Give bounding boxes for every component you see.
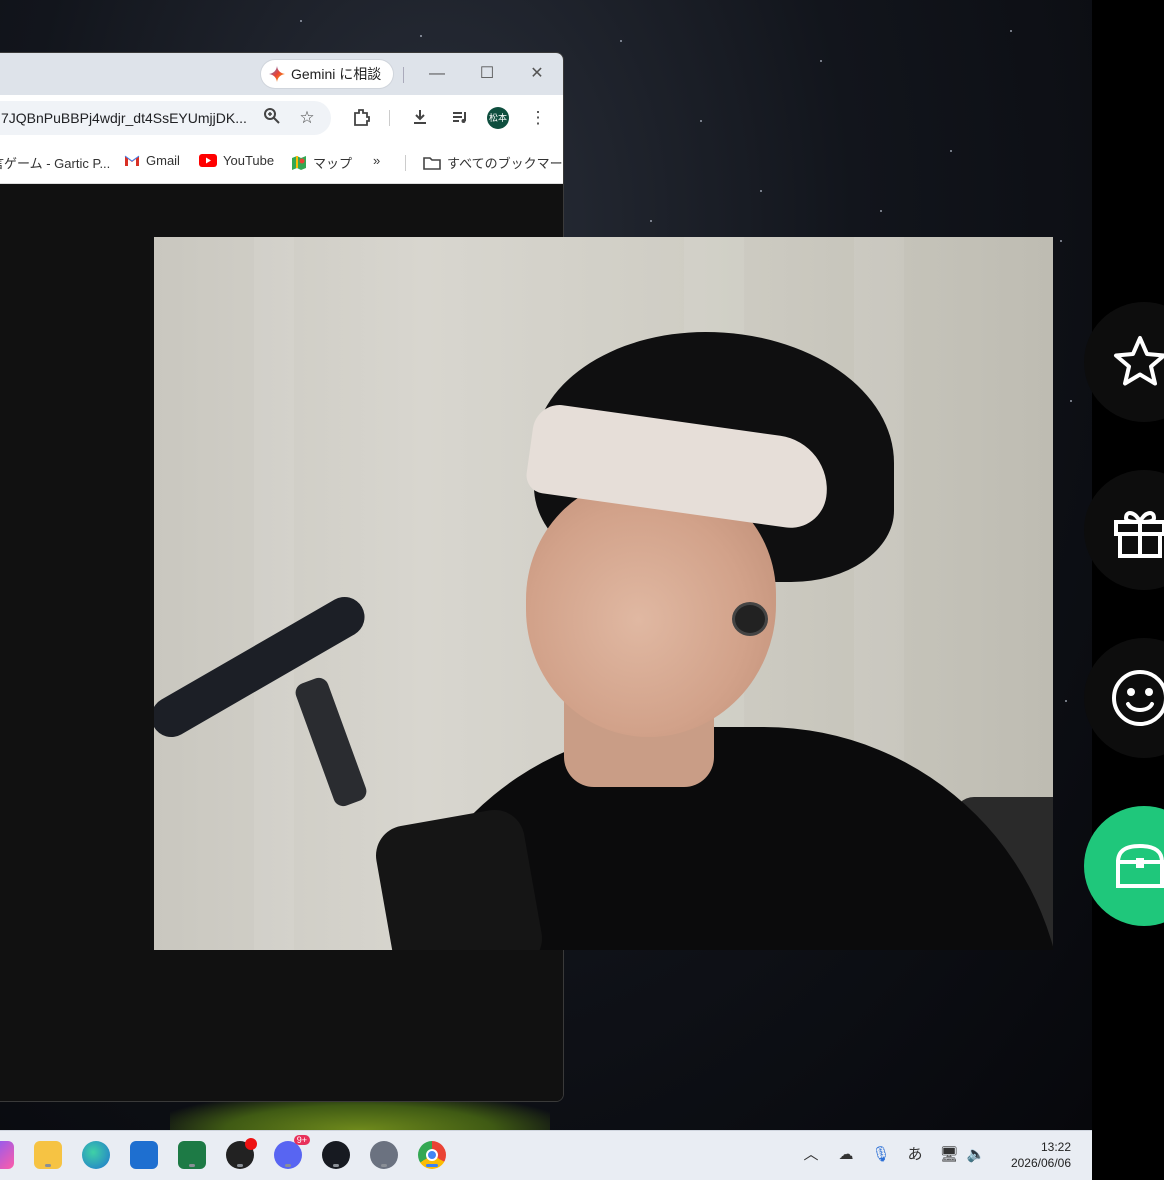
steam-icon[interactable] — [322, 1141, 350, 1169]
chrome-toolbar: 7JQBnPuBBPj4wdjr_dt4SsEYUmjjDK... ☆ 松本 ⋮ — [0, 95, 563, 139]
maximize-icon[interactable]: ☐ — [475, 63, 499, 85]
bookmark-maps[interactable]: マップ — [291, 153, 352, 172]
gmail-icon — [124, 155, 140, 166]
smiley-icon — [1112, 670, 1164, 726]
network-icon[interactable]: 🖥 — [939, 1145, 959, 1165]
bookmark-label: 言ゲーム - Gartic P... — [0, 156, 111, 171]
gemini-sparkle-icon — [269, 66, 285, 82]
overflow-chevron-icon: » — [373, 153, 381, 168]
bookmark-star-icon[interactable]: ☆ — [296, 107, 318, 129]
minimize-icon[interactable]: — — [425, 63, 449, 85]
file-explorer-icon[interactable] — [34, 1141, 62, 1169]
address-bar[interactable]: 7JQBnPuBBPj4wdjr_dt4SsEYUmjjDK... ☆ — [0, 101, 331, 135]
toolbar-divider — [389, 110, 390, 126]
bookmark-label: Gmail — [146, 153, 180, 168]
volume-icon[interactable]: 🔈 — [966, 1145, 986, 1165]
all-bookmarks-button[interactable]: すべてのブックマーク — [423, 153, 564, 172]
discord-badge: 9+ — [293, 1135, 310, 1145]
maps-icon — [292, 155, 306, 170]
onedrive-cloud-icon[interactable]: ☁ — [836, 1145, 856, 1165]
microphone — [292, 675, 370, 809]
gemini-label: Gemini に相談 — [291, 66, 382, 82]
download-icon[interactable] — [409, 107, 431, 129]
titlebar-divider — [403, 67, 404, 83]
bookmarks-divider — [405, 155, 406, 171]
treasure-chest-icon — [1115, 843, 1164, 888]
webcam-feed — [154, 237, 1053, 950]
extensions-icon[interactable] — [351, 107, 373, 129]
chrome-icon[interactable] — [418, 1141, 446, 1169]
clock-time: 13:22 — [1040, 1140, 1071, 1154]
gemini-button[interactable]: Gemini に相談 — [261, 60, 394, 88]
star-icon — [1114, 336, 1164, 386]
gift-button[interactable] — [1084, 470, 1164, 590]
bookmark-gmail[interactable]: Gmail — [124, 153, 180, 168]
settings-icon[interactable] — [370, 1141, 398, 1169]
media-playlist-icon[interactable] — [449, 107, 471, 129]
bookmark-youtube[interactable]: YouTube — [199, 153, 274, 168]
url-text[interactable]: 7JQBnPuBBPj4wdjr_dt4SsEYUmjjDK... — [0, 110, 251, 126]
earbud — [732, 602, 768, 636]
copilot-icon[interactable] — [0, 1141, 14, 1169]
bookmark-label: マップ — [313, 156, 353, 171]
treasure-button[interactable] — [1084, 806, 1164, 926]
obs-icon[interactable] — [226, 1138, 257, 1169]
profile-avatar[interactable]: 松本 — [487, 107, 509, 129]
folder-icon — [423, 156, 441, 170]
gift-icon — [1114, 511, 1164, 558]
edge-icon[interactable] — [82, 1141, 110, 1169]
favorite-button[interactable] — [1084, 302, 1164, 422]
microphone-icon[interactable]: 🎙 — [871, 1145, 891, 1165]
chrome-titlebar[interactable]: Gemini に相談 — ☐ ✕ — [0, 53, 563, 95]
excel-icon[interactable] — [178, 1141, 206, 1169]
windows-taskbar: 9+ ︿ ☁ 🎙 あ 🖥 🔈 13:22 2026/06/06 — [0, 1130, 1092, 1180]
bookmark-label: YouTube — [223, 153, 275, 168]
close-icon[interactable]: ✕ — [525, 63, 549, 85]
tray-overflow-chevron-icon[interactable]: ︿ — [801, 1145, 821, 1165]
bookmarks-bar: 言ゲーム - Gartic P... Gmail YouTube マップ » す… — [0, 139, 563, 184]
system-clock[interactable]: 13:22 2026/06/06 — [1011, 1139, 1071, 1171]
youtube-icon — [199, 154, 217, 167]
discord-icon[interactable]: 9+ — [274, 1135, 310, 1169]
ime-indicator[interactable]: あ — [905, 1145, 925, 1165]
all-bookmarks-label: すべてのブックマーク — [447, 156, 564, 171]
bookmarks-overflow-button[interactable]: » — [373, 153, 380, 168]
zoom-icon[interactable] — [261, 107, 283, 129]
stream-side-panel — [1084, 0, 1164, 1179]
clock-date: 2026/06/06 — [1010, 1156, 1071, 1170]
menu-kebab-icon[interactable]: ⋮ — [527, 107, 549, 129]
reaction-button[interactable] — [1084, 638, 1164, 758]
microphone-body — [371, 805, 547, 950]
store-icon[interactable] — [130, 1141, 158, 1169]
bookmark-gartic[interactable]: 言ゲーム - Gartic P... — [0, 153, 110, 172]
